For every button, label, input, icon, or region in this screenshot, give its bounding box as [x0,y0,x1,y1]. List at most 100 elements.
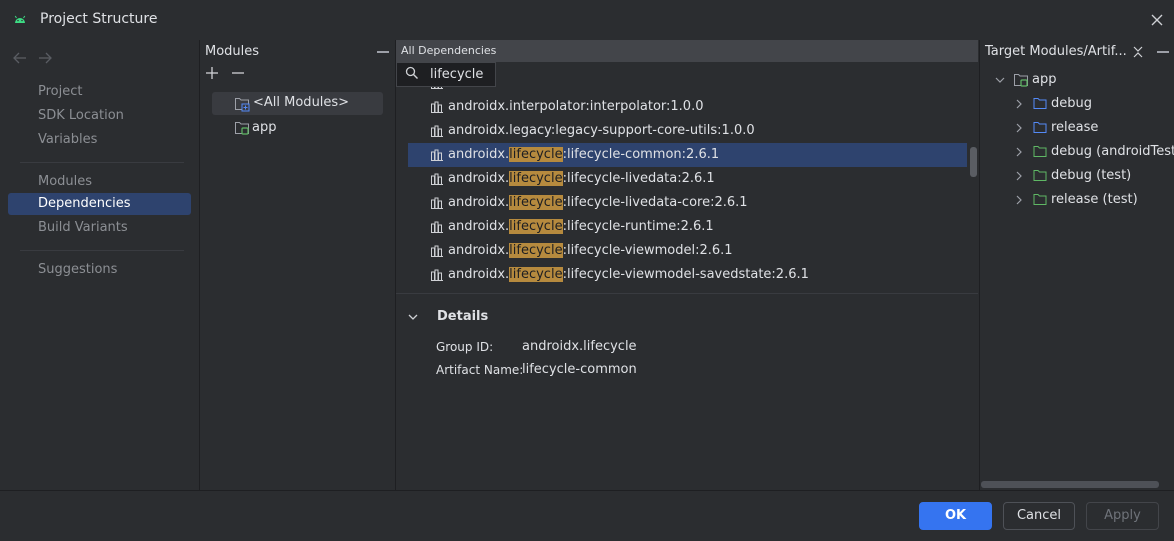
artifact-name-value: lifecycle-common [522,362,637,377]
tree-item-debug[interactable]: debug [1051,92,1092,116]
dependency-label: androidx. [448,147,510,162]
dependency-label: androidx. [448,243,510,258]
library-icon [430,197,444,209]
minimize-icon[interactable] [377,51,389,53]
chevron-right-icon[interactable] [1013,98,1025,110]
modules-title: Modules [205,44,260,59]
scrollbar-track[interactable] [969,87,978,293]
tree-item-release[interactable]: release [1051,116,1098,140]
search-highlight: lifecycle [509,243,563,258]
search-input[interactable] [425,63,495,85]
cancel-button[interactable]: Cancel [1003,502,1075,530]
window-title: Project Structure [40,11,158,27]
artifact-name-label: Artifact Name: [436,363,524,377]
chevron-right-icon[interactable] [1013,170,1025,182]
remove-icon[interactable] [231,66,245,80]
library-icon [430,101,444,113]
library-icon [430,245,444,257]
library-icon [430,173,444,185]
dependencies-list: androidx.interpolator:interpolator:1.0.0… [397,87,969,293]
dependency-row[interactable]: androidx.lifecycle:lifecycle-viewmodel-s… [408,263,967,287]
dependency-label: androidx.legacy:legacy-support-core-util… [448,123,755,138]
sidebar-item-suggestions[interactable]: Suggestions [38,259,117,281]
dependency-label: :lifecycle-livedata-core:2.6.1 [562,195,748,210]
close-icon[interactable] [1149,12,1165,28]
folder-icon [1033,192,1047,206]
chevron-right-icon[interactable] [1013,146,1025,158]
ok-button[interactable]: OK [919,502,992,530]
dependency-label: androidx. [448,219,510,234]
dependency-row[interactable]: androidx.lifecycle:lifecycle-runtime:2.6… [408,215,967,239]
folder-icon [1033,168,1047,182]
sidebar-divider [20,162,184,163]
folder-icon [1033,96,1047,110]
dependency-label: :lifecycle-runtime:2.6.1 [562,219,714,234]
library-icon [430,125,444,137]
module-icon [234,120,250,136]
target-modules-title: Target Modules/Artif... [985,44,1127,59]
library-icon [430,149,444,161]
details-title: Details [437,309,489,324]
dependency-row[interactable]: androidx.interpolator:interpolator:1.0.0 [408,95,967,119]
sidebar-item-project[interactable]: Project [38,81,82,103]
search-highlight: lifecycle [509,195,563,210]
sidebar-item-sdk-location[interactable]: SDK Location [38,105,124,127]
dependency-label: androidx. [448,267,510,282]
dependency-label: androidx. [448,171,510,186]
dependency-row[interactable]: androidx.lifecycle:lifecycle-livedata:2.… [408,167,967,191]
dependency-label: :lifecycle-viewmodel:2.6.1 [562,243,733,258]
search-highlight: lifecycle [509,171,563,186]
dependency-label: androidx.interpolator:interpolator:1.0.0 [448,99,704,114]
library-icon [430,269,444,281]
dependency-label: :lifecycle-viewmodel-savedstate:2.6.1 [562,267,809,282]
chevron-down-icon[interactable] [994,74,1006,86]
library-icon [430,221,444,233]
folder-icon [1033,144,1047,158]
title-bar [0,0,1174,40]
all-modules-icon [234,96,250,112]
sidebar-item-variables[interactable]: Variables [38,129,97,151]
dependencies-header-label: All Dependencies [401,44,497,57]
android-icon [12,12,28,28]
sidebar-divider [20,250,184,251]
scrollbar-thumb[interactable] [970,147,977,177]
sidebar-item-modules[interactable]: Modules [38,171,92,193]
dialog-footer [0,490,1174,541]
search-icon [405,66,419,80]
collapse-all-icon[interactable] [1132,46,1144,58]
tree-item-debug-test[interactable]: debug (test) [1051,164,1131,188]
tree-item-release-test[interactable]: release (test) [1051,188,1138,212]
dependency-row-selected[interactable]: androidx.lifecycle:lifecycle-common:2.6.… [408,143,967,167]
dependency-row[interactable]: androidx.lifecycle:lifecycle-viewmodel:2… [408,239,967,263]
search-highlight: lifecycle [509,147,563,162]
sidebar-item-dependencies[interactable]: Dependencies [38,193,131,215]
chevron-right-icon[interactable] [1013,194,1025,206]
arrow-left-icon[interactable] [12,51,28,65]
details-divider [396,293,978,294]
sidebar-item-build-variants[interactable]: Build Variants [38,217,128,239]
group-id-value: androidx.lifecycle [522,339,637,354]
search-highlight: lifecycle [509,267,563,282]
folder-icon [1033,120,1047,134]
module-item-app[interactable]: app [252,117,276,139]
chevron-right-icon[interactable] [1013,122,1025,134]
search-highlight: lifecycle [509,219,563,234]
tree-item-debug-android-test[interactable]: debug (androidTest) [1051,140,1174,164]
module-item-all[interactable]: <All Modules> [253,92,349,114]
dependency-row[interactable]: androidx.lifecycle:lifecycle-livedata-co… [408,191,967,215]
tree-root-app[interactable]: app [1032,68,1056,92]
chevron-down-icon[interactable] [407,311,419,323]
minimize-icon[interactable] [1157,51,1169,53]
library-icon [430,87,444,89]
dependency-row[interactable] [408,87,967,95]
arrow-right-icon[interactable] [37,51,53,65]
apply-button[interactable]: Apply [1086,502,1159,530]
dependency-row[interactable]: androidx.legacy:legacy-support-core-util… [408,119,967,143]
module-icon [1013,72,1029,88]
add-icon[interactable] [205,66,219,80]
horizontal-scrollbar[interactable] [981,481,1159,488]
group-id-label: Group ID: [436,340,494,354]
dependency-label: :lifecycle-livedata:2.6.1 [562,171,715,186]
dependency-label: androidx. [448,195,510,210]
dependency-label: :lifecycle-common:2.6.1 [562,147,720,162]
